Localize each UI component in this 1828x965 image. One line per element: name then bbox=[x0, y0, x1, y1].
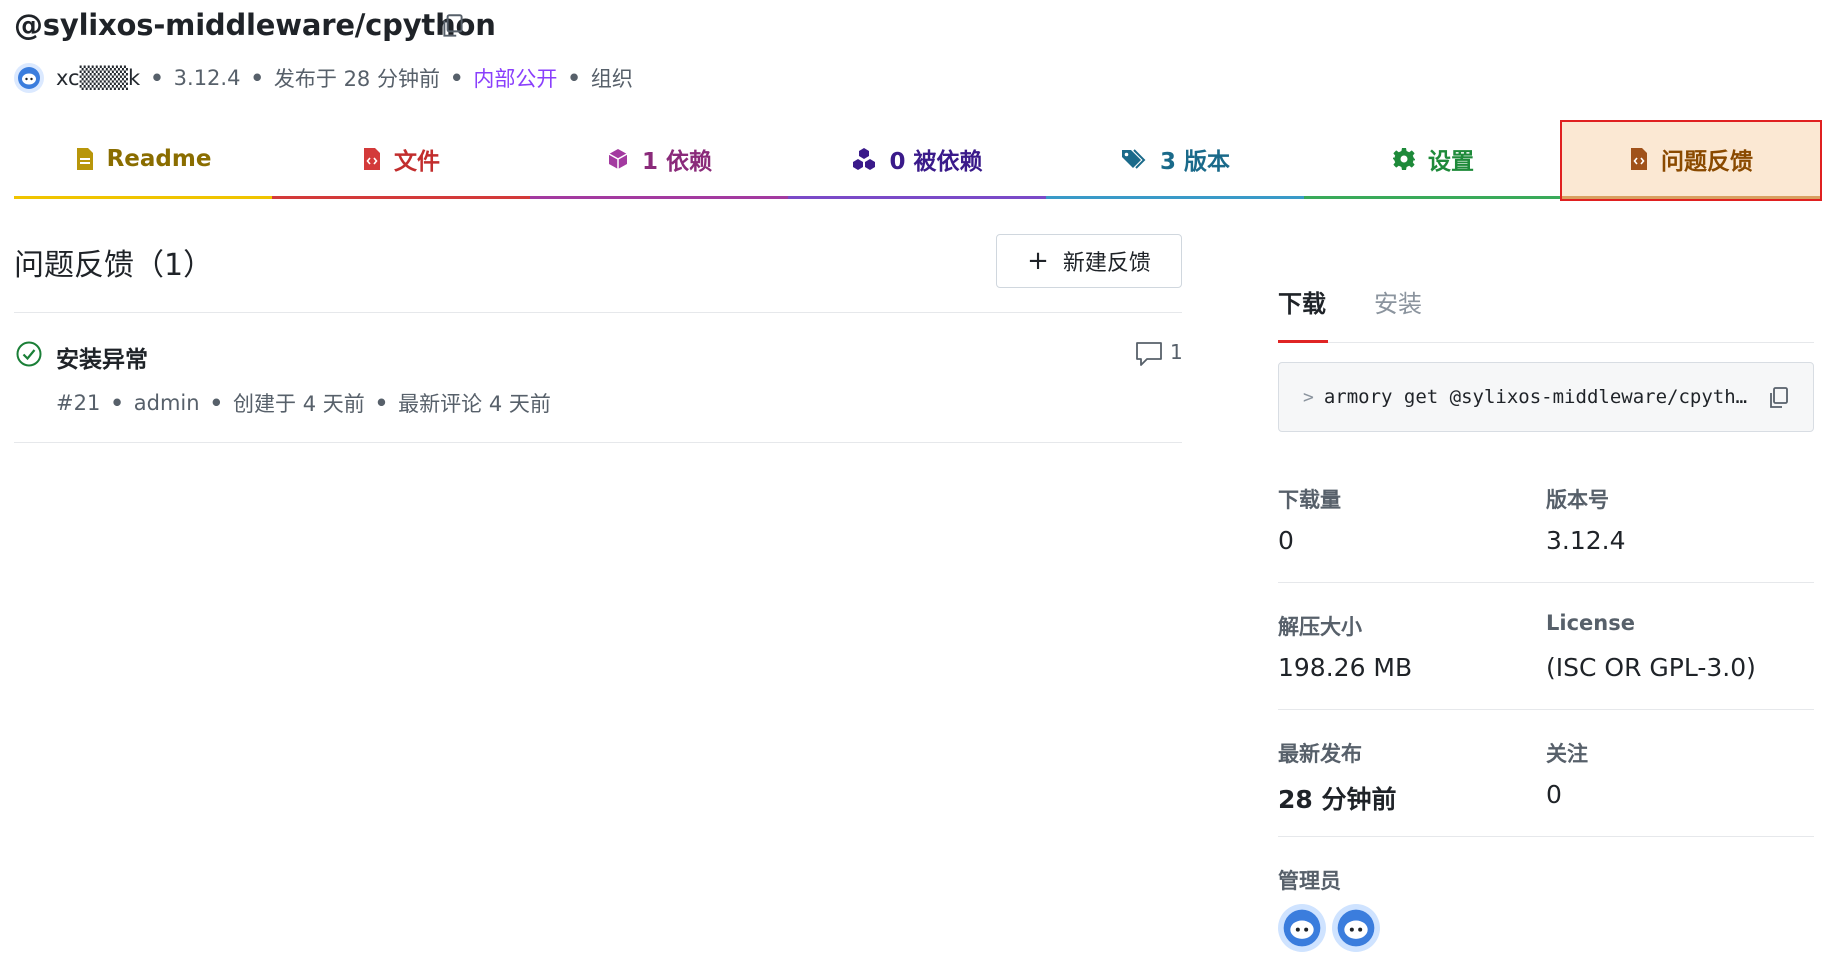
tab-install[interactable]: 安装 bbox=[1374, 284, 1422, 319]
admins-list bbox=[1278, 904, 1380, 952]
install-command-box: > armory get @sylixos-middleware/cpython bbox=[1278, 362, 1814, 432]
copy-icon[interactable] bbox=[440, 12, 466, 40]
plus-icon: + bbox=[1027, 246, 1049, 276]
license-value: (ISC OR GPL-3.0) bbox=[1546, 653, 1756, 682]
check-circle-icon bbox=[16, 341, 42, 367]
document-icon bbox=[76, 148, 93, 170]
issue-last-comment: 最新评论 4 天前 bbox=[398, 392, 551, 416]
issue-title[interactable]: 安装异常 bbox=[56, 340, 148, 374]
tab-files[interactable]: 文件 bbox=[272, 122, 530, 199]
tab-versions[interactable]: 3 版本 bbox=[1046, 122, 1304, 199]
version-label: 版本号 bbox=[1546, 488, 1609, 512]
watch-value: 0 bbox=[1546, 780, 1562, 809]
latest-release-label: 最新发布 bbox=[1278, 742, 1362, 766]
watch-label: 关注 bbox=[1546, 742, 1588, 766]
cubes-icon bbox=[853, 148, 876, 170]
package-tabs: Readme 文件 1 依赖 0 被依赖 3 版本 设置 问题反馈 bbox=[14, 120, 1822, 201]
license-label: License bbox=[1546, 611, 1635, 635]
divider bbox=[1278, 836, 1814, 837]
divider bbox=[1278, 582, 1814, 583]
published-time: 发布于 28 分钟前 bbox=[273, 67, 440, 91]
downloads-label: 下载量 bbox=[1278, 488, 1341, 512]
package-meta: xc▒▒▒k • 3.12.4 • 发布于 28 分钟前 • 内部公开 • 组织 bbox=[14, 62, 633, 94]
active-tab-indicator bbox=[1278, 340, 1328, 343]
admins-label: 管理员 bbox=[1278, 869, 1341, 893]
tab-issues[interactable]: 问题反馈 bbox=[1560, 120, 1822, 201]
size-label: 解压大小 bbox=[1278, 615, 1362, 639]
divider bbox=[1278, 709, 1814, 710]
tab-download[interactable]: 下载 bbox=[1278, 284, 1326, 319]
tab-settings[interactable]: 设置 bbox=[1304, 122, 1562, 199]
tab-dependents[interactable]: 0 被依赖 bbox=[788, 122, 1046, 199]
copy-icon[interactable] bbox=[1767, 385, 1791, 411]
issue-created: 创建于 4 天前 bbox=[233, 392, 365, 416]
version-value: 3.12.4 bbox=[1546, 526, 1626, 555]
admin-avatar[interactable] bbox=[1278, 904, 1326, 952]
issue-meta: #21 • admin • 创建于 4 天前 • 最新评论 4 天前 bbox=[56, 388, 551, 418]
tab-readme[interactable]: Readme bbox=[14, 122, 272, 199]
owner-type: 组织 bbox=[590, 67, 633, 91]
version-text: 3.12.4 bbox=[173, 66, 241, 90]
prompt-symbol: > bbox=[1303, 386, 1314, 408]
latest-release-value: 28 分钟前 bbox=[1278, 785, 1397, 814]
new-issue-button[interactable]: + 新建反馈 bbox=[996, 234, 1182, 288]
tags-icon bbox=[1121, 149, 1146, 169]
robot-avatar-icon bbox=[1283, 909, 1321, 947]
cube-icon bbox=[608, 149, 628, 169]
comment-count: 1 bbox=[1170, 340, 1183, 364]
divider bbox=[14, 442, 1182, 443]
package-title: @sylixos-middleware/cpython bbox=[14, 8, 496, 42]
robot-avatar-icon bbox=[18, 67, 40, 89]
issues-heading: 问题反馈（1） bbox=[14, 248, 214, 283]
install-command[interactable]: armory get @sylixos-middleware/cpython bbox=[1324, 386, 1754, 408]
robot-avatar-icon bbox=[1337, 909, 1375, 947]
author-avatar[interactable] bbox=[14, 63, 44, 93]
divider bbox=[14, 312, 1182, 313]
code-file-icon bbox=[364, 148, 380, 170]
issue-number: #21 bbox=[56, 391, 101, 415]
comment-icon bbox=[1136, 342, 1162, 366]
author-name[interactable]: xc▒▒▒k bbox=[56, 66, 140, 90]
visibility-label: 内部公开 bbox=[473, 67, 558, 91]
tab-dependencies[interactable]: 1 依赖 bbox=[530, 122, 788, 199]
admin-avatar[interactable] bbox=[1332, 904, 1380, 952]
issue-author[interactable]: admin bbox=[134, 391, 200, 415]
downloads-value: 0 bbox=[1278, 526, 1294, 555]
size-value: 198.26 MB bbox=[1278, 653, 1413, 682]
code-file-icon bbox=[1631, 148, 1647, 170]
gear-icon bbox=[1393, 148, 1415, 170]
divider bbox=[1278, 342, 1814, 343]
